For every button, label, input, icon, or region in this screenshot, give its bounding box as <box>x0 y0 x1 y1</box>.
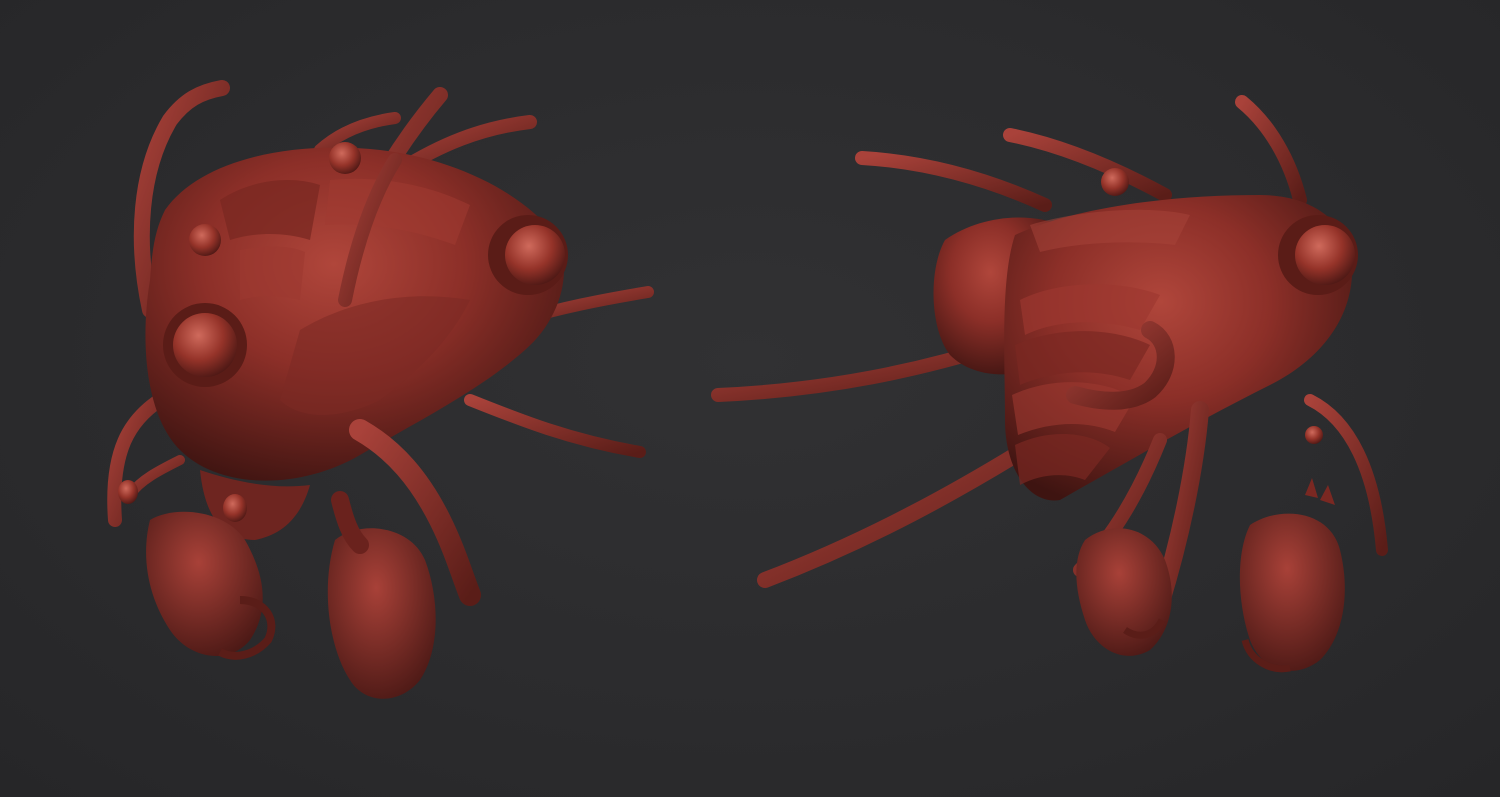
render-viewport <box>0 0 1500 797</box>
horn-front <box>1235 95 1307 207</box>
leg-spike-lower <box>464 394 646 458</box>
eye-left <box>173 313 237 377</box>
palp-bulb <box>118 480 138 504</box>
claw-right <box>327 528 436 699</box>
eye-small <box>189 224 221 256</box>
horn-top <box>1003 128 1172 202</box>
palp-bulb <box>1305 426 1323 444</box>
spike-lower-long <box>757 432 1048 588</box>
eye <box>1295 225 1355 285</box>
claw-right <box>1239 513 1345 671</box>
horn-back <box>855 151 1052 212</box>
head-plate <box>240 246 305 300</box>
claw-spike <box>1305 478 1318 498</box>
leg-left <box>107 393 167 527</box>
eye-small <box>329 142 361 174</box>
creature-front-view <box>107 80 654 699</box>
eye-right <box>505 225 565 285</box>
horn-small <box>314 112 401 156</box>
claw-spike <box>1320 485 1335 505</box>
claw-left <box>1076 528 1172 656</box>
eye-small <box>1101 168 1129 196</box>
sculpt-render <box>107 80 1388 699</box>
creature-side-view <box>711 95 1388 673</box>
palp-bulb <box>223 494 247 522</box>
